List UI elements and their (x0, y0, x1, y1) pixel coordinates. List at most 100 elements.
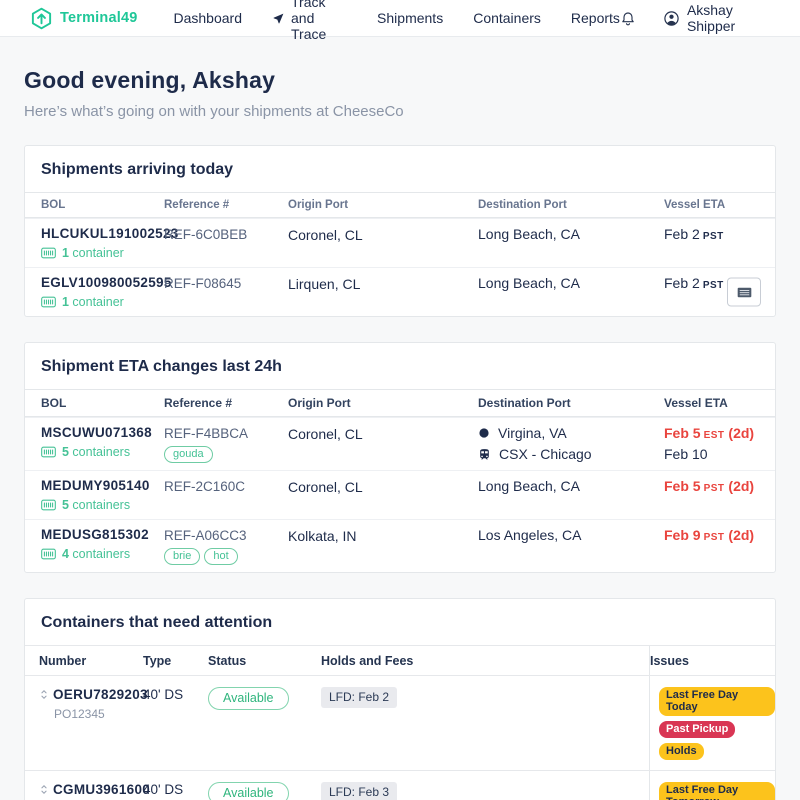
bol-number: MEDUSG815302 (41, 527, 164, 542)
shipment-row[interactable]: MEDUSG8153024 containersREF-A06CC3brieho… (25, 519, 775, 572)
column-header-origin-port: Origin Port (288, 199, 478, 211)
nav-right: Akshay Shipper (620, 2, 770, 34)
eta-delay: (2d) (725, 478, 755, 494)
user-menu[interactable]: Akshay Shipper (663, 2, 770, 34)
page-title: Good evening, Akshay (24, 67, 776, 94)
table-header-row: BOLReference #Origin PortDestination Por… (25, 192, 775, 218)
number-cell: OERU7829203PO12345 (39, 676, 143, 770)
container-count: 1 container (41, 295, 164, 309)
container-count: 4 containers (41, 547, 164, 561)
holds-fees-cell: LFD: Feb 2 (321, 676, 649, 770)
container-count: 5 containers (41, 445, 164, 459)
bol-cell: EGLV1009800525951 container (41, 275, 164, 309)
origin-port: Kolkata, IN (288, 527, 478, 544)
shipment-row[interactable]: EGLV1009800525951 containerREF-F08645Lir… (25, 267, 775, 316)
container-count-label: 1 container (62, 295, 124, 309)
column-header-vessel-eta: Vessel ETA (664, 199, 775, 211)
page-subtitle: Here’s what’s going on with your shipmen… (24, 103, 776, 120)
eta-timezone: PST (704, 532, 725, 543)
card-title: Containers that need attention (25, 599, 775, 645)
nav-item-track-and-trace[interactable]: Track and Trace (272, 0, 347, 42)
column-header-reference: Reference # (164, 396, 288, 410)
containers-attention-table: NumberTypeStatusHolds and FeesIssuesOERU… (25, 645, 775, 800)
rail-icon (478, 448, 491, 461)
column-header-issues: Issues (649, 646, 775, 675)
table-header-row: BOLReference #Origin PortDestination Por… (25, 389, 775, 417)
po-number: PO12345 (54, 707, 143, 721)
destination-cell: Los Angeles, CA (478, 527, 664, 543)
card-title: Shipment ETA changes last 24h (25, 343, 775, 389)
destination-label: CSX - Chicago (499, 446, 592, 462)
column-header-origin-port: Origin Port (288, 396, 478, 410)
nav-item-shipments[interactable]: Shipments (377, 10, 443, 26)
issues-cell: Last Free Day TomorrowPast PickupHolds (649, 771, 775, 800)
container-row[interactable]: OERU7829203PO1234540' DSAvailableLFD: Fe… (25, 675, 775, 770)
container-icon (41, 548, 56, 560)
notifications-button[interactable] (620, 9, 636, 27)
destination-cell: Virgina, VA CSX - Chicago (478, 425, 664, 462)
nav-item-reports[interactable]: Reports (571, 10, 620, 26)
nav-item-dashboard[interactable]: Dashboard (174, 10, 243, 26)
column-header-bol: BOL (41, 199, 164, 211)
destination-port: Long Beach, CA (478, 478, 664, 494)
container-icon (41, 446, 56, 458)
reference-cell: REF-A06CC3briehot (164, 527, 288, 565)
user-avatar-icon (663, 10, 680, 27)
eta-date: Feb 2 (664, 275, 700, 291)
card-shipment-eta-changes: Shipment ETA changes last 24h BOLReferen… (24, 342, 776, 573)
destination-port: Long Beach, CA (478, 275, 664, 291)
reference-number: REF-F4BBCA (164, 425, 288, 441)
shipment-row[interactable]: MEDUMY9051405 containersREF-2C160CCorone… (25, 470, 775, 519)
eta-date: Feb 9 (664, 527, 701, 543)
eta-date: Feb 5 (664, 478, 701, 494)
container-count: 5 containers (41, 498, 164, 512)
destination-label: Los Angeles, CA (478, 527, 582, 543)
brand-home-link[interactable]: Terminal49 (30, 7, 138, 30)
vessel-eta-late: Feb 5PST (2d) (664, 478, 775, 494)
column-header-number: Number (39, 646, 143, 675)
destination-label: Virgina, VA (498, 425, 567, 441)
brand-name: Terminal49 (60, 10, 138, 26)
container-icon (41, 296, 56, 308)
nav-item-containers[interactable]: Containers (473, 10, 541, 26)
issue-badge-past-pickup: Past Pickup (659, 721, 735, 738)
container-action-button[interactable] (727, 278, 761, 307)
issue-badge-last-free-day-tomorrow: Last Free Day Tomorrow (659, 782, 775, 800)
holds-fees-cell: LFD: Feb 3 (321, 771, 649, 800)
eta-timezone: PST (703, 280, 724, 291)
destination-port: Los Angeles, CA (478, 527, 664, 543)
nav-item-label: Dashboard (174, 10, 243, 26)
container-icon (41, 247, 56, 259)
vessel-eta-late: Feb 5EST (2d) (664, 425, 775, 441)
unfold-icon[interactable] (39, 688, 49, 701)
card-containers-need-attention: Containers that need attention NumberTyp… (24, 598, 776, 800)
eta-date: Feb 5 (664, 425, 701, 441)
reference-number: REF-F08645 (164, 275, 288, 291)
bol-cell: MSCUWU0713685 containers (41, 425, 164, 459)
reference-number: REF-A06CC3 (164, 527, 288, 543)
status-cell: Available (208, 676, 321, 770)
destination-cell: Long Beach, CA (478, 478, 664, 494)
unfold-icon[interactable] (39, 783, 49, 796)
container-type: 40' DS (143, 771, 208, 800)
vessel-eta-cell: Feb 5PST (2d) (664, 478, 775, 494)
destination-label: Long Beach, CA (478, 275, 580, 291)
main-content: Good evening, Akshay Here’s what’s going… (0, 37, 800, 800)
eta-date: Feb 2 (664, 226, 700, 242)
container-number: CGMU3961600 (53, 782, 150, 797)
shipment-row[interactable]: MSCUWU0713685 containersREF-F4BBCAgoudaC… (25, 417, 775, 470)
tag-brie: brie (164, 548, 200, 565)
shipment-row[interactable]: HLCUKUL1910025231 containerREF-6C0BEBCor… (25, 218, 775, 267)
bell-icon (620, 9, 636, 27)
destination-label: Long Beach, CA (478, 226, 580, 242)
bol-cell: MEDUMY905140 5 containers (41, 478, 164, 512)
vessel-eta-cell: Feb 2PST (664, 226, 775, 242)
destination-port: CSX - Chicago (478, 446, 664, 462)
bol-number: MEDUMY905140 (41, 478, 164, 493)
container-row[interactable]: CGMU3961600PO1234540' DSAvailableLFD: Fe… (25, 770, 775, 800)
column-header-status: Status (208, 646, 321, 675)
eta-delay: (2d) (725, 527, 755, 543)
reference-cell: REF-2C160C (164, 478, 288, 494)
vessel-eta-cell: Feb 5EST (2d)Feb 10 (664, 425, 775, 462)
reference-number: REF-2C160C (164, 478, 288, 494)
